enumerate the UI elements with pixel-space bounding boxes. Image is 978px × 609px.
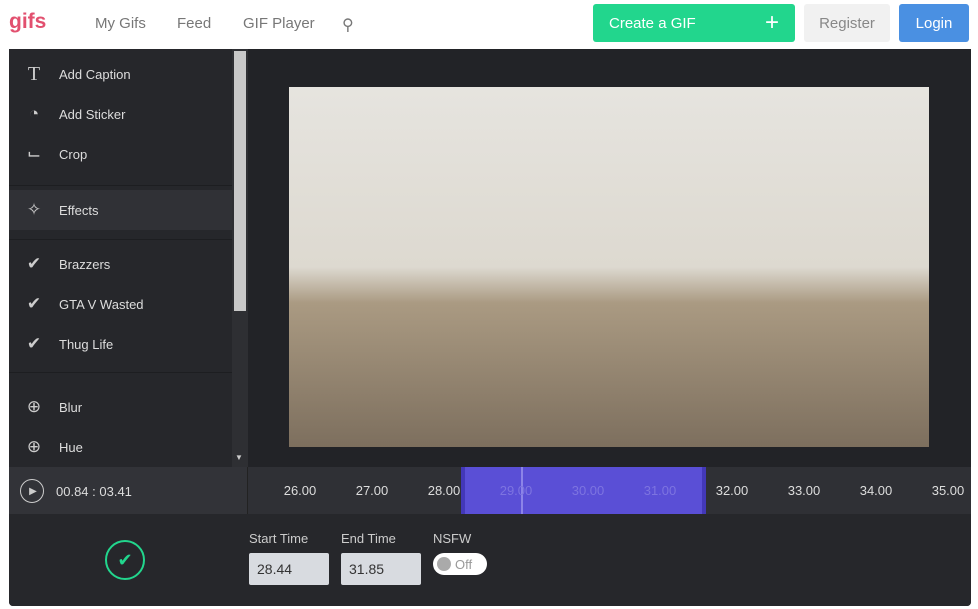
sidebar-item-thug-life[interactable]: ✔ Thug Life xyxy=(9,324,232,364)
sidebar-item-gta-v-wasted[interactable]: ✔ GTA V Wasted xyxy=(9,284,232,324)
timeline-tick: 33.00 xyxy=(787,483,821,498)
timeline-tick: 27.00 xyxy=(355,483,389,498)
crop-icon: ⌙ xyxy=(26,144,42,163)
timeline-tick: 31.00 xyxy=(643,483,677,498)
magic-wand-icon: ✧ xyxy=(26,200,42,219)
timeline-tick: 35.00 xyxy=(931,483,965,498)
check-icon: ✔ xyxy=(26,334,42,353)
text-icon: T xyxy=(27,62,41,85)
register-button[interactable]: Register xyxy=(804,4,890,42)
sidebar-item-add-caption[interactable]: T Add Caption xyxy=(9,54,232,94)
divider xyxy=(9,239,232,240)
sidebar-item-effects[interactable]: ✧ Effects xyxy=(9,190,232,230)
sidebar-item-hue[interactable]: ⊕ Hue xyxy=(9,427,232,467)
preview-area xyxy=(248,49,971,467)
label: GTA V Wasted xyxy=(59,296,144,312)
toggle-knob xyxy=(437,557,451,571)
scrollbar-thumb[interactable] xyxy=(234,51,246,311)
label: Add Caption xyxy=(59,66,131,82)
label: Thug Life xyxy=(59,336,114,352)
nsfw-toggle[interactable]: Off xyxy=(433,553,487,575)
timeline-tick: 30.00 xyxy=(571,483,605,498)
timeline-tick: 34.00 xyxy=(859,483,893,498)
sticker-icon: ◔ xyxy=(28,104,40,123)
end-time-label: End Time xyxy=(341,531,396,546)
create-gif-label: Create a GIF xyxy=(609,14,696,32)
label: Add Sticker xyxy=(59,106,126,122)
sidebar-item-crop[interactable]: ⌙ Crop xyxy=(9,134,232,174)
start-time-input[interactable] xyxy=(249,553,329,585)
label: Brazzers xyxy=(59,256,111,272)
toggle-label: Off xyxy=(455,556,473,572)
login-button[interactable]: Login xyxy=(899,4,969,42)
timeline: ▶ 00.84 : 03.41 26.00 27.00 28.00 29.00 30.0… xyxy=(9,467,971,514)
nav-my-gifs[interactable]: My Gifs xyxy=(95,15,146,32)
end-time-input[interactable] xyxy=(341,553,421,585)
scroll-down-arrow-icon[interactable]: ▼ xyxy=(235,453,243,462)
header: gifs My Gifs Feed GIF Player ⚲ Create a … xyxy=(0,0,978,49)
editor: T Add Caption ◔ Add Sticker ⌙ Crop ✧ Effects… xyxy=(9,49,971,606)
check-icon: ✔ xyxy=(26,254,42,273)
label: Blur xyxy=(59,399,83,415)
gif-preview-image xyxy=(289,87,929,447)
confirm-check-icon[interactable]: ✔ xyxy=(105,540,145,580)
plus-icon: + xyxy=(764,9,779,36)
logo[interactable]: gifs xyxy=(9,10,46,34)
divider xyxy=(9,372,232,373)
plus-circle-icon: ⊕ xyxy=(26,437,42,456)
plus-circle-icon: ⊕ xyxy=(26,397,42,416)
timeline-tick: 32.00 xyxy=(715,483,749,498)
timeline-tick: 28.00 xyxy=(427,483,461,498)
nav-feed[interactable]: Feed xyxy=(177,15,211,32)
create-gif-button[interactable]: Create a GIF + xyxy=(593,4,795,42)
timeline-tick: 29.00 xyxy=(499,483,533,498)
sidebar-item-blur[interactable]: ⊕ Blur xyxy=(9,387,232,427)
label: Hue xyxy=(59,439,83,455)
nav-gif-player[interactable]: GIF Player xyxy=(243,15,315,32)
controls-panel: ✔ Start Time End Time NSFW Off xyxy=(9,514,971,606)
divider xyxy=(9,185,232,186)
label: Effects xyxy=(59,202,99,218)
check-icon: ✔ xyxy=(26,294,42,313)
search-icon[interactable]: ⚲ xyxy=(342,15,354,35)
sidebar-item-brazzers[interactable]: ✔ Brazzers xyxy=(9,244,232,284)
time-readout: 00.84 : 03.41 xyxy=(56,484,132,499)
sidebar-item-add-sticker[interactable]: ◔ Add Sticker xyxy=(9,94,232,134)
timeline-tick: 26.00 xyxy=(283,483,317,498)
play-icon[interactable]: ▶ xyxy=(20,479,44,503)
nsfw-label: NSFW xyxy=(433,531,472,546)
playback-controls: ▶ 00.84 : 03.41 xyxy=(9,467,248,514)
label: Crop xyxy=(59,146,88,162)
sidebar: T Add Caption ◔ Add Sticker ⌙ Crop ✧ Effects… xyxy=(9,49,232,467)
start-time-label: Start Time xyxy=(249,531,309,546)
